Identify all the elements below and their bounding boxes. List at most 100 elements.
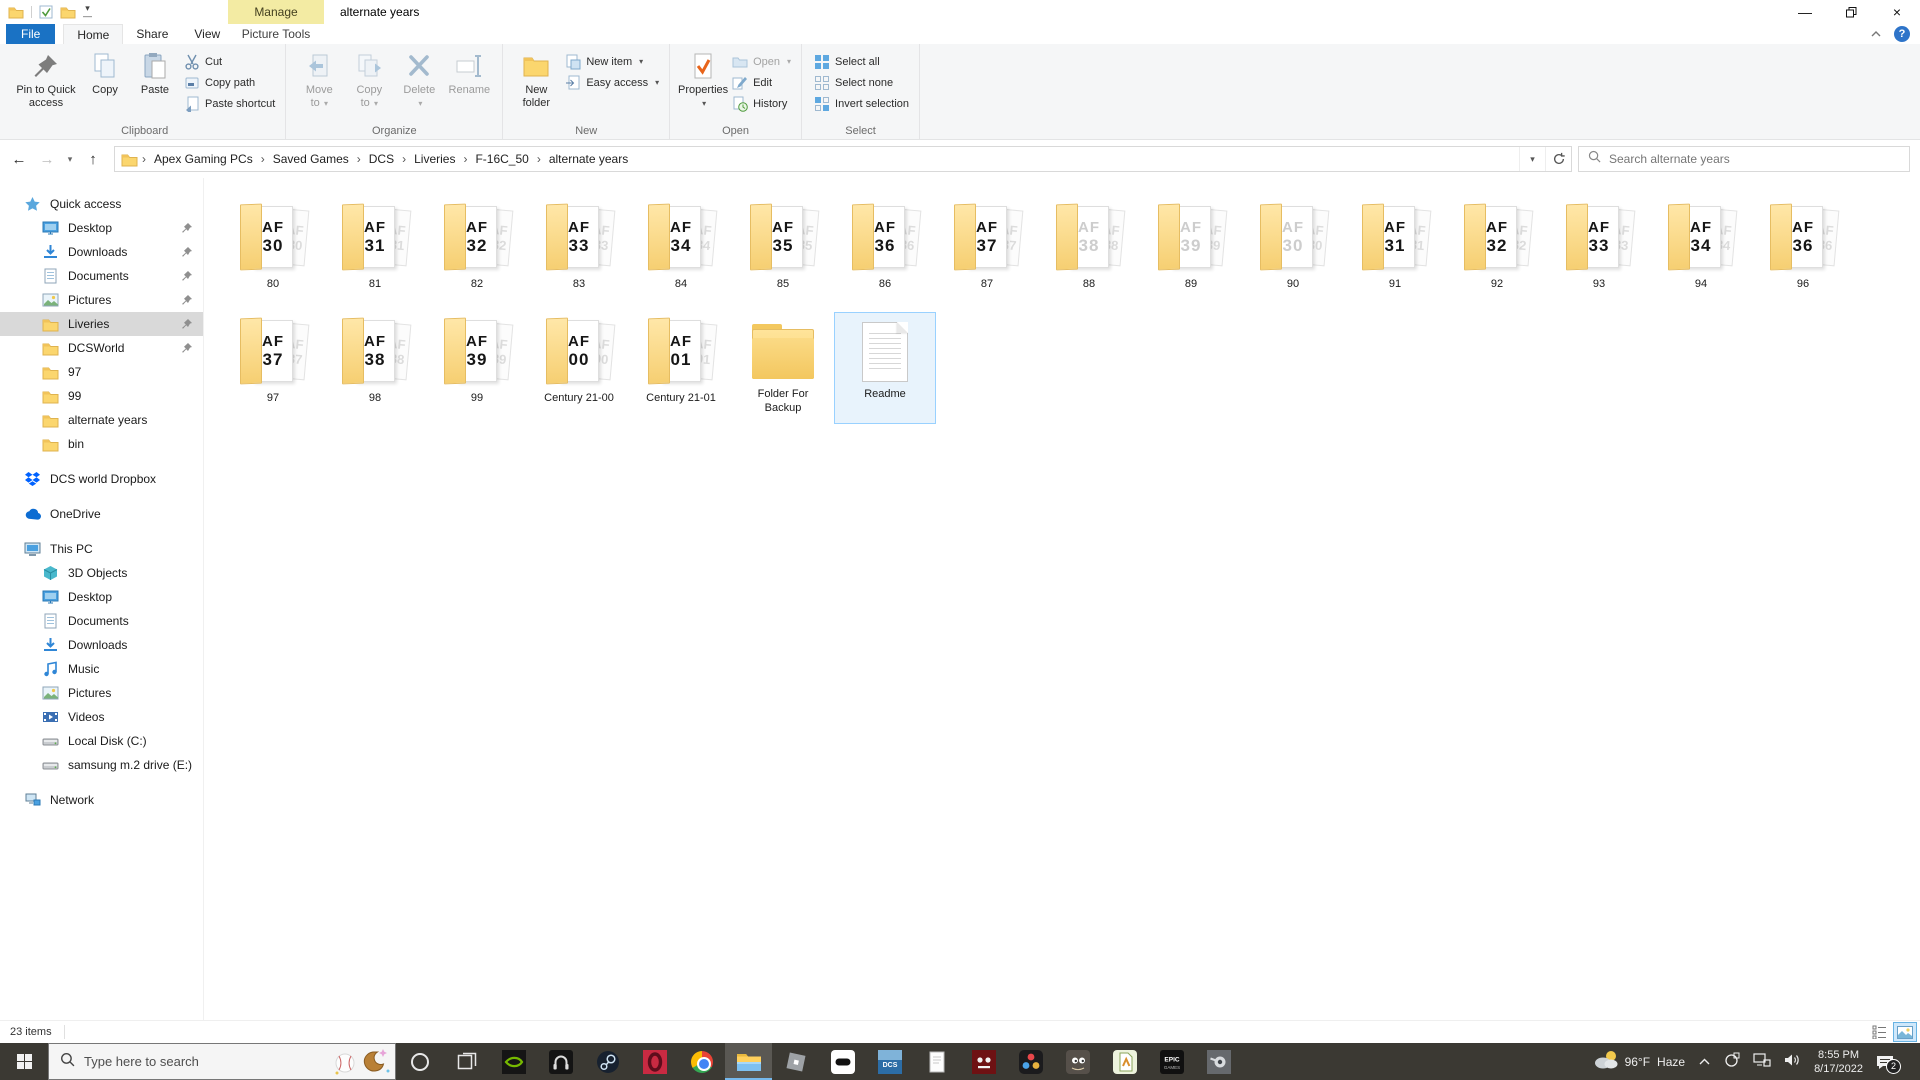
move-to-button[interactable]: Move to ▾: [294, 46, 344, 110]
sidebar-item-dcsworld[interactable]: DCSWorld: [0, 336, 203, 360]
help-icon[interactable]: ?: [1894, 26, 1910, 42]
sidebar-item-music[interactable]: Music: [0, 657, 203, 681]
file-item-96[interactable]: AF 36 AF 36 96: [1752, 198, 1854, 310]
sidebar-section-quick-access[interactable]: Quick access: [0, 192, 203, 216]
sidebar-section-network[interactable]: Network: [0, 788, 203, 812]
history-button[interactable]: History: [730, 95, 793, 112]
taskbar-app-dcs[interactable]: DCS: [866, 1043, 913, 1080]
breadcrumb-segment[interactable]: Liveries: [408, 147, 461, 171]
start-button[interactable]: [0, 1043, 48, 1080]
sidebar-item-downloads[interactable]: Downloads: [0, 633, 203, 657]
taskbar-app-gimp[interactable]: [1054, 1043, 1101, 1080]
select-all-button[interactable]: Select all: [812, 53, 911, 70]
forward-button[interactable]: →: [34, 146, 60, 172]
file-item-83[interactable]: AF 33 AF 33 83: [528, 198, 630, 310]
taskbar-app-headset-app[interactable]: [537, 1043, 584, 1080]
easy-access-button[interactable]: Easy access ▾: [563, 74, 661, 91]
copy-path-button[interactable]: Copy path: [182, 74, 277, 91]
file-item-80[interactable]: AF 30 AF 30 80: [222, 198, 324, 310]
recent-locations-dropdown-icon[interactable]: ▾: [62, 146, 78, 172]
breadcrumb-segment[interactable]: F-16C_50: [469, 147, 534, 171]
file-item-84[interactable]: AF 34 AF 34 84: [630, 198, 732, 310]
taskbar-app-davinci-resolve[interactable]: [1007, 1043, 1054, 1080]
search-highlight-art[interactable]: [331, 1045, 393, 1080]
file-item-97[interactable]: AF 37 AF 37 97: [222, 312, 324, 424]
file-item-99[interactable]: AF 39 AF 39 99: [426, 312, 528, 424]
taskbar-app-epic-games[interactable]: EPIC GAMES: [1148, 1043, 1195, 1080]
file-item-century-21-01[interactable]: AF 01 AF 01 Century 21-01: [630, 312, 732, 424]
large-icons-view-button[interactable]: [1893, 1022, 1917, 1042]
rename-button[interactable]: Rename: [444, 46, 494, 97]
tab-file[interactable]: File: [6, 24, 56, 44]
file-list-area[interactable]: AF 30 AF 30 80 AF 31 AF 31 81 AF 32 AF 32 82 AF 33…: [204, 178, 1920, 1020]
sidebar-item-local-disk-c-[interactable]: Local Disk (C:): [0, 729, 203, 753]
tab-picture-tools[interactable]: Picture Tools: [228, 24, 324, 44]
customize-qat-dropdown-icon[interactable]: ▾ —: [83, 4, 92, 21]
properties-button[interactable]: Properties ▾: [678, 46, 728, 110]
sidebar-item-pictures[interactable]: Pictures: [0, 681, 203, 705]
edit-button[interactable]: Edit: [730, 74, 793, 91]
search-input[interactable]: [1609, 152, 1900, 166]
paste-button[interactable]: Paste: [130, 46, 180, 97]
file-item-folder-for-backup[interactable]: Folder For Backup: [732, 312, 834, 424]
new-folder-qat-icon[interactable]: [60, 5, 76, 19]
open-button[interactable]: Open ▾: [730, 53, 793, 70]
taskbar-app-task-view[interactable]: [443, 1043, 490, 1080]
taskbar-app-opera-gx[interactable]: [631, 1043, 678, 1080]
sidebar-item-97[interactable]: 97: [0, 360, 203, 384]
file-item-87[interactable]: AF 37 AF 37 87: [936, 198, 1038, 310]
restore-button[interactable]: [1828, 0, 1874, 24]
breadcrumb-segment[interactable]: Saved Games: [267, 147, 355, 171]
taskbar-app-steam[interactable]: [584, 1043, 631, 1080]
manage-contextual-header[interactable]: Manage: [228, 0, 324, 24]
sidebar-item-videos[interactable]: Videos: [0, 705, 203, 729]
file-item-94[interactable]: AF 34 AF 34 94: [1650, 198, 1752, 310]
delete-button[interactable]: Delete ▾: [394, 46, 444, 110]
volume-icon[interactable]: [1784, 1053, 1801, 1070]
tab-home[interactable]: Home: [63, 24, 124, 44]
cut-button[interactable]: Cut: [182, 53, 277, 70]
sidebar-section-onedrive[interactable]: OneDrive: [0, 502, 203, 526]
sidebar-item-alternate-years[interactable]: alternate years: [0, 408, 203, 432]
file-item-86[interactable]: AF 36 AF 36 86: [834, 198, 936, 310]
taskbar-app-chrome[interactable]: [678, 1043, 725, 1080]
sidebar-item-bin[interactable]: bin: [0, 432, 203, 456]
taskbar-app-3d-app[interactable]: [1195, 1043, 1242, 1080]
game-bar-icon[interactable]: [1724, 1052, 1740, 1071]
sidebar-section-dcs-world-dropbox[interactable]: DCS world Dropbox: [0, 467, 203, 491]
details-view-button[interactable]: [1867, 1022, 1891, 1042]
new-folder-button[interactable]: New folder: [511, 46, 561, 110]
minimize-button[interactable]: —: [1782, 0, 1828, 24]
sidebar-item-desktop[interactable]: Desktop: [0, 216, 203, 240]
file-item-91[interactable]: AF 31 AF 31 91: [1344, 198, 1446, 310]
sidebar-item-3d-objects[interactable]: 3D Objects: [0, 561, 203, 585]
sidebar-item-99[interactable]: 99: [0, 384, 203, 408]
clock[interactable]: 8:55 PM 8/17/2022: [1814, 1048, 1863, 1076]
sidebar-item-pictures[interactable]: Pictures: [0, 288, 203, 312]
back-button[interactable]: ←: [6, 146, 32, 172]
close-button[interactable]: ×: [1874, 0, 1920, 24]
copy-to-button[interactable]: Copy to ▾: [344, 46, 394, 110]
pin-to-quick-access-button[interactable]: Pin to Quick access: [12, 46, 80, 110]
file-item-98[interactable]: AF 38 AF 38 98: [324, 312, 426, 424]
breadcrumb-segment[interactable]: alternate years: [543, 147, 634, 171]
tab-share[interactable]: Share: [123, 24, 181, 44]
copy-button[interactable]: Copy: [80, 46, 130, 97]
network-icon[interactable]: [1753, 1053, 1771, 1070]
taskbar-app-cortana[interactable]: [396, 1043, 443, 1080]
paste-shortcut-button[interactable]: Paste shortcut: [182, 95, 277, 112]
file-item-81[interactable]: AF 31 AF 31 81: [324, 198, 426, 310]
sidebar-item-desktop[interactable]: Desktop: [0, 585, 203, 609]
breadcrumb-segment[interactable]: Apex Gaming PCs: [148, 147, 259, 171]
taskbar-app-notepad-plus[interactable]: [1101, 1043, 1148, 1080]
sidebar-section-this-pc[interactable]: This PC: [0, 537, 203, 561]
taskbar-search-input[interactable]: [84, 1054, 284, 1069]
refresh-icon[interactable]: [1545, 147, 1571, 171]
search-box[interactable]: [1578, 146, 1910, 172]
collapse-ribbon-icon[interactable]: [1870, 25, 1882, 43]
sidebar-item-downloads[interactable]: Downloads: [0, 240, 203, 264]
file-item-readme[interactable]: Readme: [834, 312, 936, 424]
file-item-82[interactable]: AF 32 AF 32 82: [426, 198, 528, 310]
properties-qat-icon[interactable]: [39, 5, 53, 19]
file-item-89[interactable]: AF 39 AF 39 89: [1140, 198, 1242, 310]
